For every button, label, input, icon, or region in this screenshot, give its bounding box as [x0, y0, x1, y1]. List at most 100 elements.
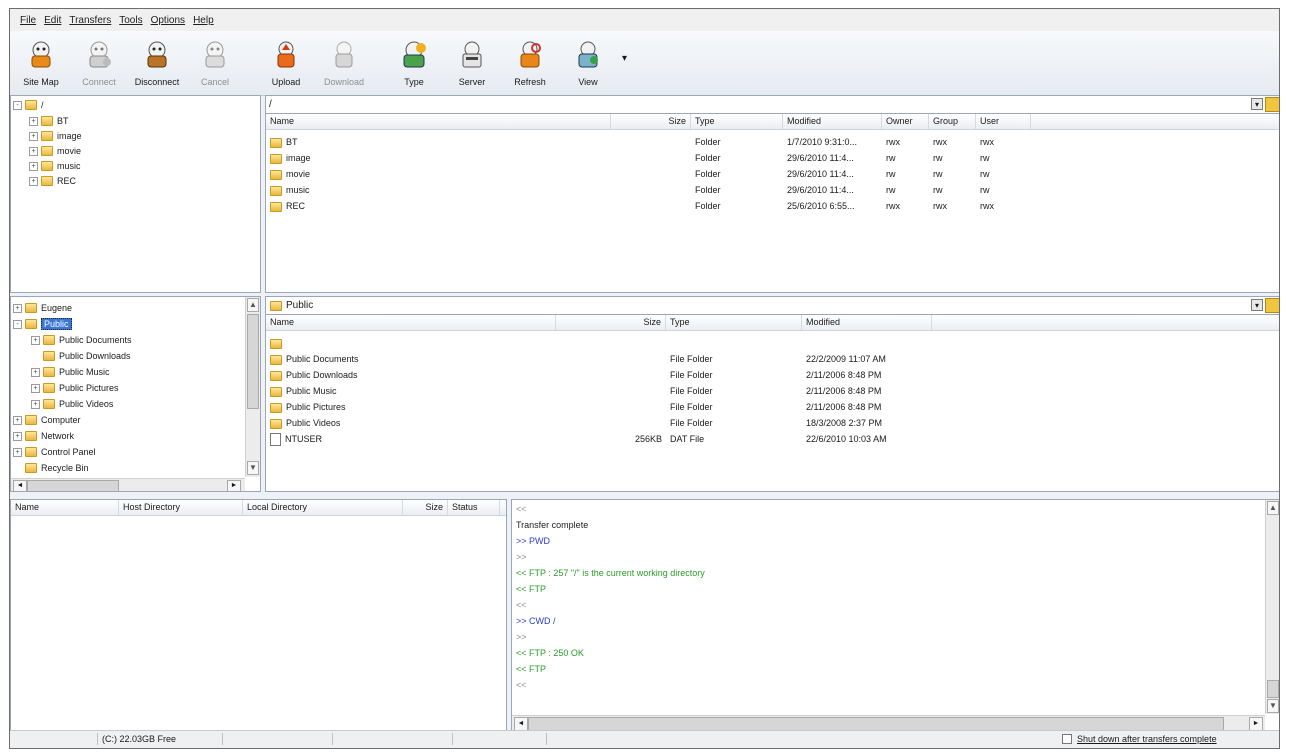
transfer-queue[interactable]: Name Host Directory Local Directory Size…	[10, 499, 507, 732]
col-queue-size[interactable]: Size	[403, 500, 448, 515]
remote-folder-tree[interactable]: - / + BT + image + movie + music + REC	[10, 95, 261, 293]
shutdown-label[interactable]: Shut down after transfers complete	[1077, 734, 1217, 744]
local-tree-item[interactable]: + Network	[13, 429, 74, 443]
col-size[interactable]: Size	[556, 315, 666, 330]
expand-icon[interactable]: +	[29, 176, 38, 186]
local-tree-item[interactable]: + Public Videos	[31, 397, 113, 411]
menu-tools[interactable]: Tools	[115, 15, 146, 26]
local-tree-scrollbar[interactable]: ▲ ▼	[245, 297, 260, 477]
local-tree-item[interactable]: - Public	[13, 317, 72, 331]
remote-tree-item[interactable]: + image	[29, 129, 82, 143]
cancel-button[interactable]: Cancel	[189, 34, 241, 92]
scroll-left-icon[interactable]: ◄	[514, 717, 528, 731]
local-file-row[interactable]: Public Documents File Folder 22/2/2009 11:…	[266, 351, 1279, 367]
col-local-directory[interactable]: Local Directory	[243, 500, 403, 515]
col-name[interactable]: Name	[266, 114, 611, 129]
local-tree-item[interactable]: Public Downloads	[31, 349, 131, 363]
remote-file-row[interactable]: BT Folder 1/7/2010 9:31:0... rwx rwx rwx	[266, 134, 1279, 150]
expand-icon[interactable]: +	[29, 116, 38, 126]
shutdown-checkbox[interactable]	[1062, 734, 1072, 744]
local-file-row[interactable]: Public Pictures File Folder 2/11/2006 8:48…	[266, 399, 1279, 415]
remote-file-list[interactable]: / ▾ Name Size Type Modified Owner Group …	[265, 95, 1279, 293]
local-tree-item[interactable]: + Control Panel	[13, 445, 96, 459]
col-user[interactable]: User	[976, 114, 1031, 129]
remote-tree-item[interactable]: + music	[29, 159, 81, 173]
col-group[interactable]: Group	[929, 114, 976, 129]
remote-file-row[interactable]: image Folder 29/6/2010 11:4... rw rw rw	[266, 150, 1279, 166]
local-tree-item[interactable]: + Computer	[13, 413, 81, 427]
scroll-right-icon[interactable]: ►	[227, 480, 241, 491]
local-path-bar[interactable]: Public	[266, 297, 1279, 315]
local-file-row[interactable]: Public Videos File Folder 18/3/2008 2:37 P…	[266, 415, 1279, 431]
local-path-dropdown-icon[interactable]: ▾	[1251, 299, 1263, 311]
local-tree-item[interactable]: + Public Music	[31, 365, 110, 379]
expand-icon[interactable]: +	[13, 431, 22, 441]
menu-help[interactable]: Help	[189, 15, 218, 26]
expand-icon[interactable]: +	[31, 399, 40, 409]
col-name[interactable]: Name	[266, 315, 556, 330]
disconnect-button[interactable]: Disconnect	[131, 34, 183, 92]
log-hscrollbar[interactable]: ◄ ►	[512, 715, 1265, 731]
local-file-row[interactable]: Public Music File Folder 2/11/2006 8:48 PM	[266, 383, 1279, 399]
col-type[interactable]: Type	[666, 315, 802, 330]
expand-icon[interactable]: +	[13, 447, 22, 457]
scroll-thumb[interactable]	[1267, 680, 1279, 698]
ftp-log[interactable]: << Transfer complete >> PWD >> << FTP : 257 …	[511, 499, 1279, 732]
collapse-icon[interactable]: -	[13, 319, 22, 329]
col-host-directory[interactable]: Host Directory	[119, 500, 243, 515]
remote-file-row[interactable]: REC Folder 25/6/2010 6:55... rwx rwx rwx	[266, 198, 1279, 214]
scroll-up-icon[interactable]: ▲	[247, 298, 259, 312]
remote-file-row[interactable]: movie Folder 29/6/2010 11:4... rw rw rw	[266, 166, 1279, 182]
expand-icon[interactable]: +	[31, 335, 40, 345]
scroll-down-icon[interactable]: ▼	[1267, 699, 1279, 713]
remote-tree-item[interactable]: + BT	[29, 114, 69, 128]
local-tree-item[interactable]: + Eugene	[13, 301, 72, 315]
col-modified[interactable]: Modified	[802, 315, 932, 330]
expand-icon[interactable]: +	[13, 303, 22, 313]
type-button[interactable]: Type	[388, 34, 440, 92]
remote-tree-item[interactable]: + movie	[29, 144, 81, 158]
local-tree-item[interactable]: Recycle Bin	[13, 461, 89, 475]
remote-path-bar[interactable]: /	[266, 96, 1279, 114]
remote-file-row[interactable]: music Folder 29/6/2010 11:4... rw rw rw	[266, 182, 1279, 198]
scroll-down-icon[interactable]: ▼	[247, 461, 259, 475]
local-file-row[interactable]	[266, 335, 1279, 351]
scroll-up-icon[interactable]: ▲	[1267, 501, 1279, 515]
scroll-thumb[interactable]	[247, 314, 259, 409]
local-file-row[interactable]: Public Downloads File Folder 2/11/2006 8:4…	[266, 367, 1279, 383]
local-tree-hscrollbar[interactable]: ◄ ►	[11, 478, 245, 491]
local-folder-tree[interactable]: + Eugene - Public + Public Documents Public Do…	[10, 296, 261, 492]
remote-up-folder-icon[interactable]	[1265, 97, 1279, 112]
local-tree-item[interactable]: + Public Documents	[31, 333, 132, 347]
menu-transfers[interactable]: Transfers	[65, 15, 115, 26]
expand-icon[interactable]: +	[31, 383, 40, 393]
scroll-right-icon[interactable]: ►	[1249, 717, 1263, 731]
site-map-button[interactable]: Site Map	[15, 34, 67, 92]
view-button[interactable]: View	[562, 34, 614, 92]
col-owner[interactable]: Owner	[882, 114, 929, 129]
download-button[interactable]: Download	[318, 34, 370, 92]
expand-icon[interactable]: +	[29, 146, 38, 156]
remote-tree-root[interactable]: - /	[13, 98, 44, 112]
remote-tree-item[interactable]: + REC	[29, 174, 76, 188]
expand-icon[interactable]: +	[29, 131, 38, 141]
local-up-folder-icon[interactable]	[1265, 298, 1279, 313]
refresh-button[interactable]: Refresh	[504, 34, 556, 92]
col-queue-name[interactable]: Name	[11, 500, 119, 515]
hscroll-thumb[interactable]	[528, 717, 1224, 731]
col-type[interactable]: Type	[691, 114, 783, 129]
menu-options[interactable]: Options	[147, 15, 189, 26]
remote-path-value[interactable]: /	[269, 99, 272, 110]
toolbar-more-arrow[interactable]: ▾	[622, 53, 627, 64]
connect-button[interactable]: Connect	[73, 34, 125, 92]
local-tree-item[interactable]: + Public Pictures	[31, 381, 119, 395]
server-button[interactable]: Server	[446, 34, 498, 92]
local-file-list[interactable]: Public ▾ Name Size Type Modified Public …	[265, 296, 1279, 492]
col-modified[interactable]: Modified	[783, 114, 882, 129]
upload-button[interactable]: Upload	[260, 34, 312, 92]
expand-icon[interactable]: +	[29, 161, 38, 171]
local-path-value[interactable]: Public	[286, 300, 313, 311]
expand-icon[interactable]: +	[31, 367, 40, 377]
log-scrollbar[interactable]: ▲ ▼	[1265, 500, 1279, 714]
remote-path-dropdown-icon[interactable]: ▾	[1251, 98, 1263, 110]
